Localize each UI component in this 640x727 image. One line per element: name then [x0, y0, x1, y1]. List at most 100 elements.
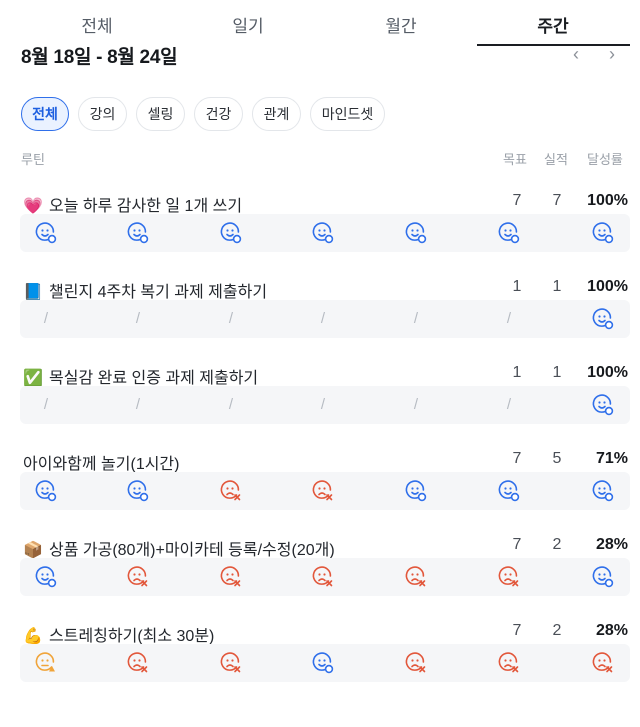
done-face-icon[interactable]	[404, 221, 428, 245]
routine-goal: 7	[512, 622, 522, 639]
routine-emoji-icon: 📘	[23, 284, 43, 301]
missed-face-icon[interactable]	[311, 479, 335, 503]
routine-emoji-icon: 💪	[23, 628, 43, 645]
done-face-icon[interactable]	[34, 565, 58, 589]
missed-face-icon[interactable]	[404, 565, 428, 589]
routine-row[interactable]: ✅ 목실감 완료 인증 과제 제출하기 1 1 100% / / / / / /	[0, 364, 640, 450]
done-face-icon[interactable]	[311, 651, 335, 675]
routine-goal: 1	[512, 364, 522, 381]
routine-name: 💪 스트레칭하기(최소 30분)	[23, 622, 214, 646]
routine-goal: 1	[512, 278, 522, 295]
done-face-icon[interactable]	[591, 393, 615, 417]
routine-name: ✅ 목실감 완료 인증 과제 제출하기	[23, 364, 258, 388]
routine-name: 📦 상품 가공(80개)+마이카테 등록/수정(20개)	[23, 536, 335, 560]
missed-face-icon[interactable]	[219, 651, 243, 675]
routine-title: 스트레칭하기(최소 30분)	[49, 628, 215, 645]
empty-day-marker: /	[506, 396, 512, 413]
done-face-icon[interactable]	[311, 221, 335, 245]
routine-row[interactable]: 💗 오늘 하루 감사한 일 1개 쓰기 7 7 100%	[0, 192, 640, 278]
routine-emoji-icon: 💗	[23, 198, 43, 215]
missed-face-icon[interactable]	[404, 651, 428, 675]
chip-selling[interactable]: 셀링	[136, 97, 185, 131]
chip-lecture[interactable]: 강의	[78, 97, 127, 131]
week-status-bar: / / / / / /	[20, 300, 630, 338]
chip-all[interactable]: 전체	[21, 97, 69, 131]
missed-face-icon[interactable]	[126, 651, 150, 675]
chip-health[interactable]: 건강	[194, 97, 243, 131]
missed-face-icon[interactable]	[497, 651, 521, 675]
empty-day-marker: /	[228, 396, 234, 413]
routine-goal: 7	[512, 536, 522, 553]
routine-title: 챌린지 4주차 복기 과제 제출하기	[49, 284, 268, 301]
routine-title: 상품 가공(80개)+마이카테 등록/수정(20개)	[49, 542, 335, 559]
chip-relationship[interactable]: 관계	[252, 97, 301, 131]
routine-title: 목실감 완료 인증 과제 제출하기	[49, 370, 259, 387]
chip-mindset[interactable]: 마인드셋	[310, 97, 385, 131]
empty-day-marker: /	[506, 310, 512, 327]
routine-goal: 7	[512, 192, 522, 209]
done-face-icon[interactable]	[219, 221, 243, 245]
chevron-right-icon[interactable]: ›	[602, 44, 622, 64]
routine-emoji-icon: ✅	[23, 370, 43, 387]
empty-day-marker: /	[228, 310, 234, 327]
routine-rate: 28%	[595, 622, 628, 639]
view-tabs: 전체 일기 월간 주간	[0, 0, 640, 46]
partial-face-icon[interactable]	[34, 651, 58, 675]
missed-face-icon[interactable]	[219, 479, 243, 503]
empty-day-marker: /	[43, 310, 49, 327]
done-face-icon[interactable]	[34, 479, 58, 503]
week-status-bar	[20, 214, 630, 252]
column-routine: 루틴	[21, 152, 45, 167]
empty-day-marker: /	[413, 396, 419, 413]
done-face-icon[interactable]	[126, 221, 150, 245]
routine-title: 오늘 하루 감사한 일 1개 쓰기	[49, 198, 243, 215]
missed-face-icon[interactable]	[126, 565, 150, 589]
column-actual: 실적	[544, 152, 568, 167]
routine-goal: 7	[512, 450, 522, 467]
routine-row[interactable]: 📦 상품 가공(80개)+마이카테 등록/수정(20개) 7 2 28%	[0, 536, 640, 622]
column-goal: 목표	[503, 152, 527, 167]
routine-rate: 28%	[595, 536, 628, 553]
empty-day-marker: /	[320, 396, 326, 413]
routine-rate: 71%	[595, 450, 628, 467]
missed-face-icon[interactable]	[591, 651, 615, 675]
done-face-icon[interactable]	[591, 307, 615, 331]
routine-row[interactable]: 💪 스트레칭하기(최소 30분) 7 2 28%	[0, 622, 640, 708]
chevron-left-icon[interactable]: ‹	[566, 44, 586, 64]
empty-day-marker: /	[135, 310, 141, 327]
routine-rate: 100%	[587, 192, 628, 209]
routine-name: 아이와함께 놀기(1시간)	[23, 450, 179, 474]
week-range-title: 8월 18일 - 8월 24일	[21, 47, 178, 68]
tab-weekly[interactable]: 주간	[513, 12, 593, 37]
tab-all[interactable]: 전체	[57, 12, 137, 37]
empty-day-marker: /	[320, 310, 326, 327]
week-status-bar	[20, 644, 630, 682]
done-face-icon[interactable]	[497, 479, 521, 503]
tab-diary[interactable]: 일기	[208, 12, 288, 37]
done-face-icon[interactable]	[404, 479, 428, 503]
empty-day-marker: /	[43, 396, 49, 413]
missed-face-icon[interactable]	[219, 565, 243, 589]
done-face-icon[interactable]	[34, 221, 58, 245]
routine-row[interactable]: 📘 챌린지 4주차 복기 과제 제출하기 1 1 100% / / / / / /	[0, 278, 640, 364]
missed-face-icon[interactable]	[311, 565, 335, 589]
done-face-icon[interactable]	[591, 565, 615, 589]
routine-rate: 100%	[587, 364, 628, 381]
routine-title: 아이와함께 놀기(1시간)	[23, 456, 180, 473]
routine-name: 💗 오늘 하루 감사한 일 1개 쓰기	[23, 192, 242, 216]
empty-day-marker: /	[413, 310, 419, 327]
missed-face-icon[interactable]	[497, 565, 521, 589]
routine-rate: 100%	[587, 278, 628, 295]
done-face-icon[interactable]	[126, 479, 150, 503]
done-face-icon[interactable]	[591, 221, 615, 245]
week-status-bar	[20, 472, 630, 510]
done-face-icon[interactable]	[497, 221, 521, 245]
routine-name: 📘 챌린지 4주차 복기 과제 제출하기	[23, 278, 267, 302]
routine-row[interactable]: 아이와함께 놀기(1시간) 7 5 71%	[0, 450, 640, 536]
week-status-bar	[20, 558, 630, 596]
week-status-bar: / / / / / /	[20, 386, 630, 424]
done-face-icon[interactable]	[591, 479, 615, 503]
routine-emoji-icon: 📦	[23, 542, 43, 559]
column-rate: 달성률	[587, 152, 623, 167]
tab-monthly[interactable]: 월간	[361, 12, 441, 37]
